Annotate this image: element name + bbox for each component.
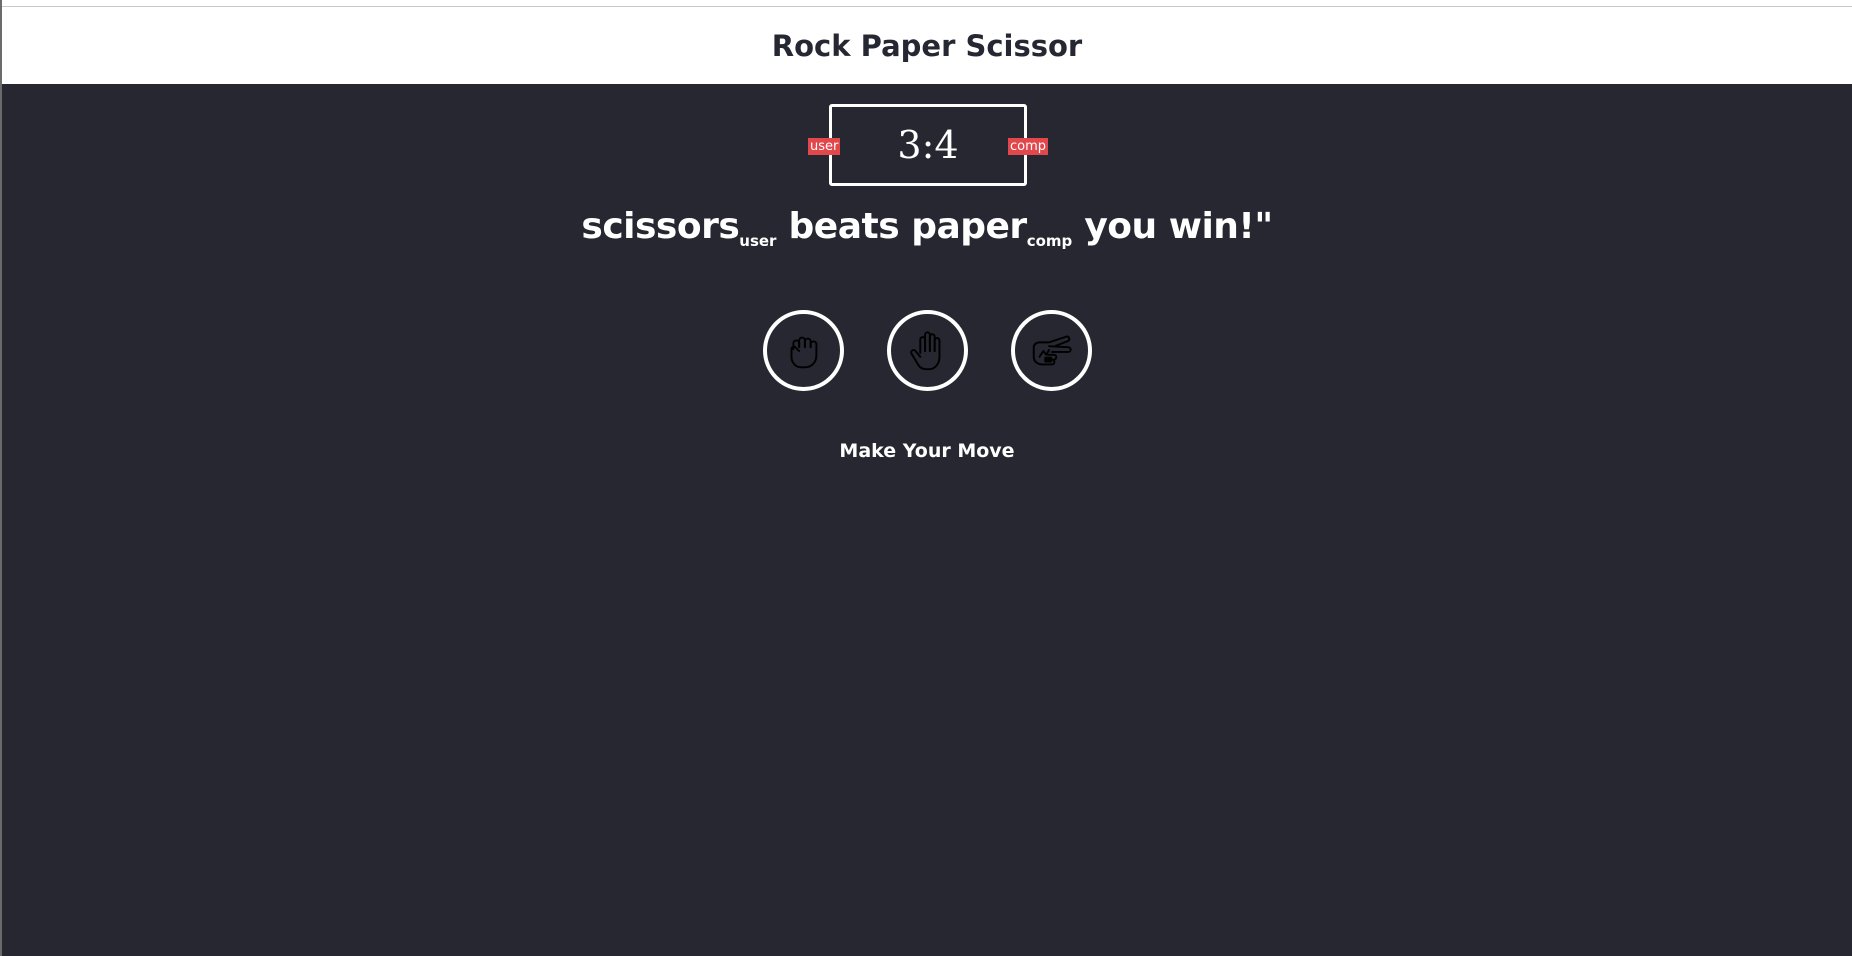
make-move-prompt: Make Your Move	[839, 440, 1015, 462]
user-score-badge: user	[808, 138, 841, 155]
round-result: scissorsuser beats papercomp you win!"	[2, 206, 1852, 250]
scissors-button[interactable]	[1010, 310, 1092, 391]
app-header: Rock Paper Scissor	[2, 7, 1852, 84]
result-user-choice: scissors	[581, 206, 740, 247]
rock-button[interactable]	[762, 310, 844, 391]
user-score: 3	[897, 123, 922, 167]
result-outcome: you win!"	[1084, 206, 1273, 247]
page: Rock Paper Scissor user 3:4 comp scissor…	[0, 0, 1852, 956]
rock-hand-icon	[790, 336, 818, 368]
paper-button[interactable]	[886, 310, 968, 391]
result-verb: beats	[788, 206, 900, 247]
comp-score-badge: comp	[1007, 138, 1048, 155]
result-user-tag: user	[739, 232, 777, 250]
game-area: user 3:4 comp scissorsuser beats paperco…	[2, 84, 1852, 956]
result-comp-choice: paper	[911, 206, 1027, 247]
score-display: 3:4	[897, 123, 958, 167]
result-comp-tag: comp	[1026, 232, 1073, 250]
scoreboard: user 3:4 comp	[808, 104, 1048, 186]
comp-score: 4	[934, 123, 959, 167]
choice-buttons	[2, 310, 1852, 391]
score-separator: :	[921, 123, 935, 167]
paper-hand-icon	[910, 330, 941, 370]
scissors-hand-icon	[1032, 335, 1072, 365]
page-title: Rock Paper Scissor	[771, 28, 1083, 63]
